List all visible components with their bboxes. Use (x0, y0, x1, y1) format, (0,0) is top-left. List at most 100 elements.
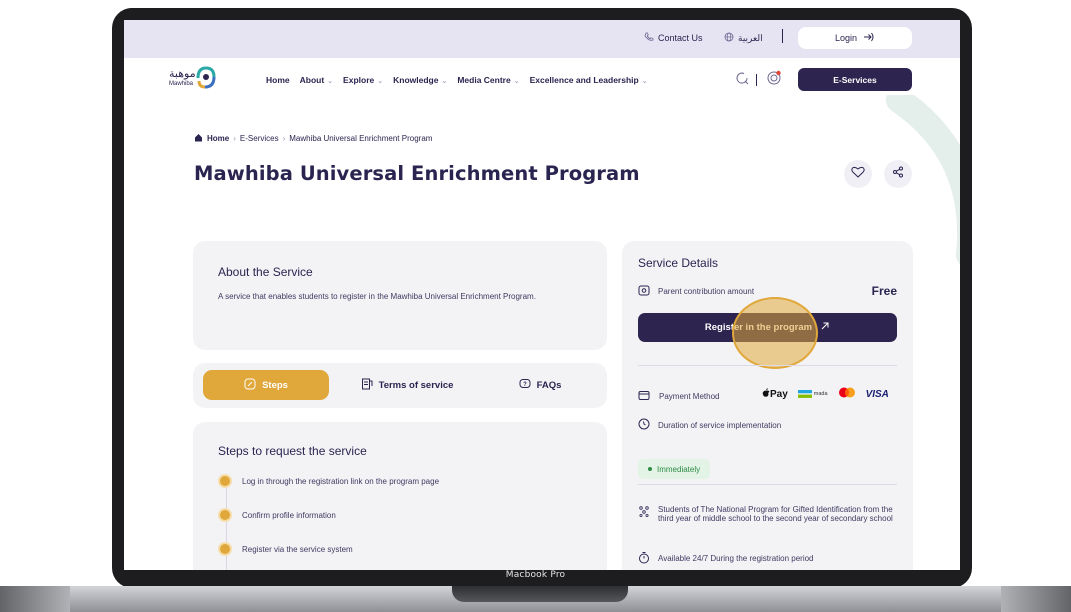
laptop-base-left (0, 586, 70, 612)
nav-item-media-centre[interactable]: Media Centre ⌄ (457, 75, 519, 85)
nav-item-about[interactable]: About ⌄ (300, 75, 333, 85)
about-description: A service that enables students to regis… (218, 292, 536, 301)
tab-steps[interactable]: Steps (203, 370, 329, 400)
accessibility-icon[interactable] (766, 70, 782, 86)
document-icon (361, 378, 373, 393)
step-text: Register via the service system (242, 544, 353, 554)
login-label: Login (834, 33, 858, 43)
chevron-down-icon: ⌄ (641, 78, 648, 85)
eligibility-row: Students of The National Program for Gif… (638, 505, 908, 523)
users-icon (638, 505, 650, 523)
nav-label-knowledge: Knowledge (393, 75, 439, 85)
stopwatch-icon (638, 551, 650, 566)
logo-english-text: Mawhiba (169, 81, 194, 87)
tab-terms-of-service[interactable]: Terms of service (347, 370, 467, 400)
laptop-notch (452, 586, 628, 602)
tab-terms-label: Terms of service (378, 379, 454, 391)
svg-text:?: ? (523, 382, 527, 388)
service-tabs: Steps Terms of service ? FAQs (193, 363, 607, 408)
search-icon[interactable] (734, 70, 750, 86)
wallet-icon (638, 285, 650, 298)
tab-faqs[interactable]: ? FAQs (485, 370, 595, 400)
nav-label-excellence-leadership: Excellence and Leadership (529, 75, 639, 85)
language-switch[interactable]: العربية (724, 32, 763, 44)
decorative-arc-graphic (886, 95, 960, 265)
share-icon (892, 165, 904, 183)
payment-method-label: Payment Method (659, 392, 720, 401)
duration-badge: Immediately (638, 459, 711, 479)
mada-logo: mada (797, 390, 828, 398)
about-title: About the Service (218, 265, 313, 279)
steps-card: Steps to request the service Log in thro… (193, 422, 607, 570)
availability-text: Available 24/7 During the registration p… (658, 554, 814, 563)
visa-logo: VISA (865, 388, 889, 400)
service-details-card: Service Details Parent contribution amou… (622, 241, 913, 570)
apple-pay-text: Pay (770, 389, 788, 400)
mawhiba-logo[interactable]: موهبة Mawhiba (169, 65, 249, 95)
step-text: Confirm profile information (242, 510, 336, 520)
nav-item-excellence-leadership[interactable]: Excellence and Leadership ⌄ (530, 75, 648, 85)
nav-menu: Home About ⌄ Explore ⌄ Knowledge ⌄ Media Ce… (266, 75, 648, 85)
home-icon (194, 133, 203, 144)
parent-contribution-label: Parent contribution amount (658, 287, 755, 296)
breadcrumb-current: Mawhiba Universal Enrichment Program (289, 134, 433, 143)
steps-icon (244, 378, 256, 393)
topbar-divider (782, 29, 783, 43)
chevron-down-icon: ⌄ (377, 78, 384, 85)
external-arrow-icon (820, 321, 830, 334)
step-item: Confirm profile information (218, 508, 336, 522)
nav-item-explore[interactable]: Explore ⌄ (343, 75, 383, 85)
breadcrumb-eservices[interactable]: E-Services (240, 134, 279, 143)
details-divider (638, 484, 897, 485)
step-dot (218, 474, 232, 488)
breadcrumb-home[interactable]: Home (207, 134, 229, 143)
click-highlight-marker (732, 297, 818, 369)
availability-row: Available 24/7 During the registration p… (638, 551, 814, 566)
nav-label-about: About (299, 75, 325, 85)
nav-item-home[interactable]: Home (266, 75, 290, 85)
top-utility-bar: Contact Us العربية Login (124, 20, 960, 58)
login-arrow-icon (863, 32, 875, 44)
steps-title: Steps to request the service (218, 444, 367, 458)
breadcrumb: Home › E-Services › Mawhiba Universal En… (194, 133, 432, 144)
contribution-value: Free (871, 284, 897, 298)
chevron-right-icon: › (282, 134, 286, 143)
step-dot (218, 542, 232, 556)
tab-faqs-label: FAQs (536, 379, 562, 391)
contact-us-label: Contact Us (658, 33, 703, 43)
chevron-down-icon: ⌄ (327, 78, 334, 85)
mada-text: mada (813, 391, 828, 397)
globe-icon (724, 32, 734, 44)
browser-screen: Contact Us العربية Login موهبة Mawhiba H… (124, 20, 960, 570)
steps-timeline (226, 478, 227, 570)
share-button[interactable] (884, 160, 912, 188)
about-service-card: About the Service A service that enables… (193, 241, 607, 350)
service-details-title: Service Details (638, 256, 719, 270)
step-item: Log in through the registration link on … (218, 474, 439, 488)
payment-logos: Pay mada VISA (762, 387, 889, 401)
heart-icon (851, 165, 865, 183)
chevron-down-icon: ⌄ (441, 78, 448, 85)
nav-divider (756, 74, 757, 86)
phone-icon (644, 32, 654, 44)
tab-steps-label: Steps (262, 379, 288, 391)
step-item: Register via the service system (218, 542, 353, 556)
device-model-label: Macbook Pro (505, 570, 566, 580)
mastercard-logo (838, 387, 856, 401)
duration-row: Duration of service implementation (638, 418, 781, 432)
login-button[interactable]: Login (798, 27, 912, 49)
apple-pay-logo: Pay (762, 388, 788, 400)
logo-arabic-text: موهبة (169, 67, 196, 80)
details-divider (638, 365, 897, 366)
contact-us-link[interactable]: Contact Us (644, 32, 703, 44)
nav-item-knowledge[interactable]: Knowledge ⌄ (393, 75, 447, 85)
nav-label-media-centre: Media Centre (457, 75, 511, 85)
eservices-button[interactable]: E-Services (798, 68, 912, 91)
nav-label-home: Home (266, 75, 290, 85)
payment-method-row: Payment Method (638, 390, 719, 403)
step-text: Log in through the registration link on … (242, 476, 440, 486)
card-icon (638, 390, 651, 403)
favorite-button[interactable] (844, 160, 872, 188)
question-icon: ? (519, 378, 531, 393)
clock-icon (638, 418, 650, 432)
